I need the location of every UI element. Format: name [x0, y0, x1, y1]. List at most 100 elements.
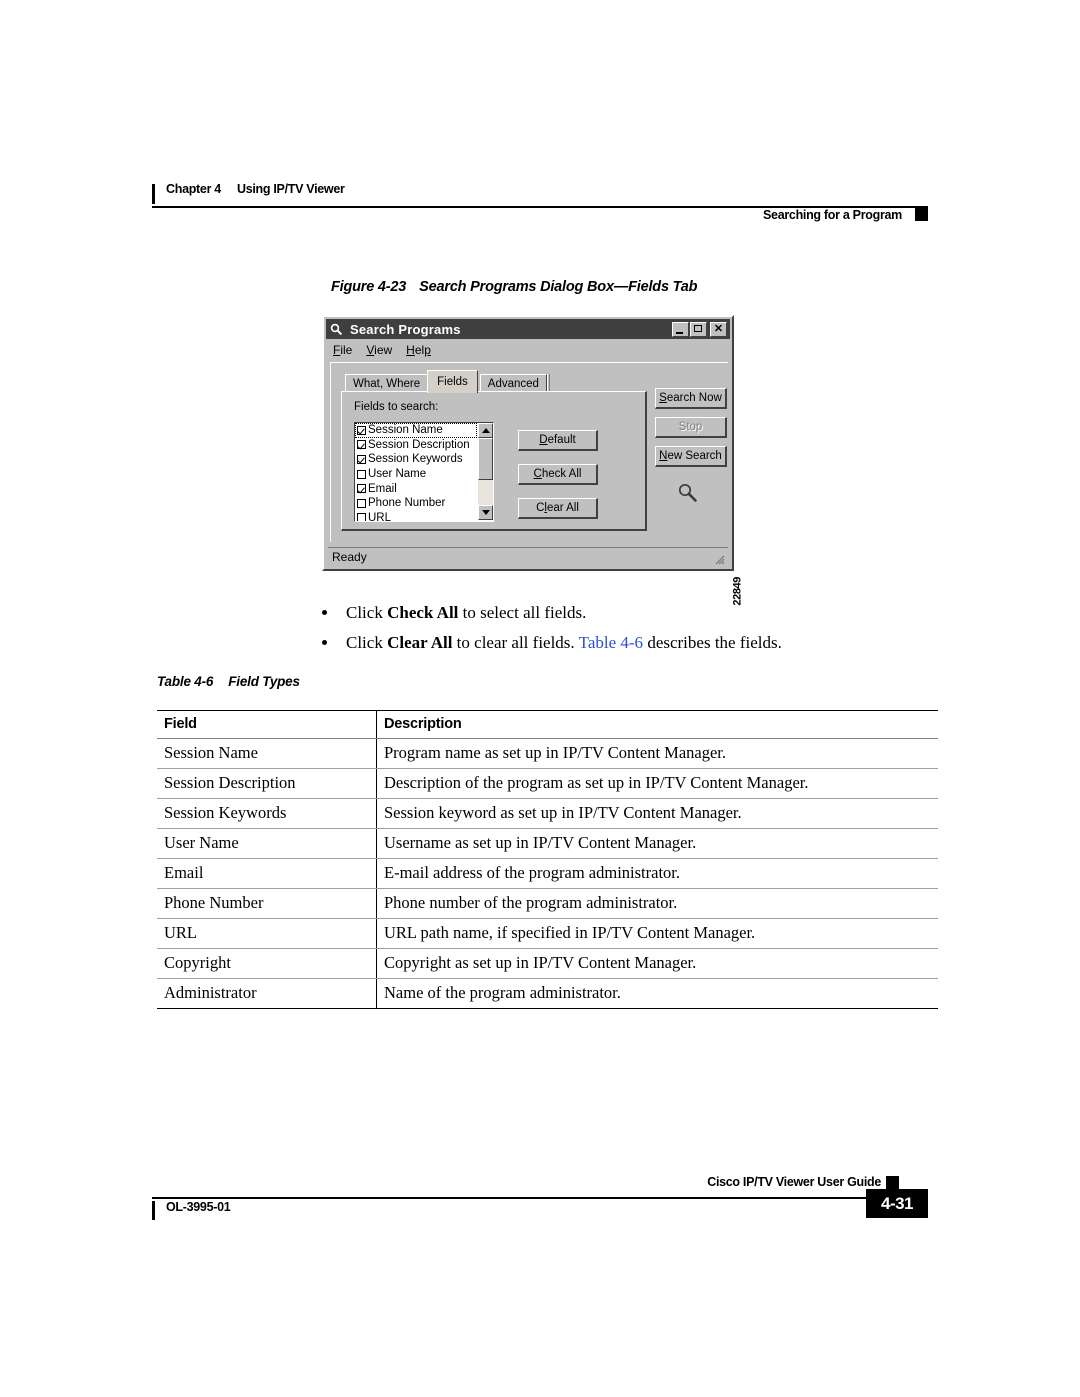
- cell-field: Phone Number: [157, 888, 377, 919]
- list-item[interactable]: User Name: [355, 467, 477, 482]
- table-row: Session Name Program name as set up in I…: [157, 738, 938, 769]
- checkbox-icon[interactable]: [357, 513, 366, 521]
- list-item[interactable]: Phone Number: [355, 496, 477, 511]
- list-item-label: Phone Number: [368, 497, 446, 510]
- footer-document-id: OL-3995-01: [166, 1200, 231, 1214]
- column-header-field: Field: [157, 710, 377, 739]
- chevron-up-icon: [481, 428, 490, 433]
- scroll-up-button[interactable]: [478, 423, 493, 438]
- scrollbar-track[interactable]: [478, 438, 493, 505]
- checkbox-icon[interactable]: [357, 440, 366, 450]
- list-item[interactable]: Session Keywords: [355, 452, 477, 467]
- search-programs-window: Search Programs ✕ File View Help What, W…: [322, 315, 734, 571]
- status-text: Ready: [332, 550, 367, 564]
- field-types-table: Field Description Session Name Program n…: [157, 710, 938, 1009]
- header-left-marker: [152, 184, 155, 204]
- side-button-group: Search Now Stop New Search: [655, 388, 727, 528]
- table-body: Session Name Program name as set up in I…: [157, 738, 938, 1009]
- fields-listbox-scrollbar[interactable]: [478, 423, 493, 520]
- menu-item-view[interactable]: View: [360, 342, 400, 358]
- tab-page-fields: Fields to search: Session Name Session D…: [341, 391, 647, 531]
- table-number: Table 4-6: [157, 674, 214, 689]
- new-search-button[interactable]: New Search: [655, 446, 727, 467]
- cell-field: Session Keywords: [157, 798, 377, 829]
- bullet-post: to clear all fields.: [452, 633, 579, 652]
- maximize-button[interactable]: [690, 321, 707, 337]
- scrollbar-thumb[interactable]: [478, 438, 493, 480]
- cell-description: Name of the program administrator.: [376, 978, 938, 1009]
- bullet-pre: Click: [346, 633, 388, 652]
- cell-description: E-mail address of the program administra…: [376, 858, 938, 889]
- cell-field: Administrator: [157, 978, 377, 1009]
- list-item[interactable]: Session Name: [355, 423, 477, 438]
- clear-all-button[interactable]: Clear All: [518, 498, 598, 519]
- figure-image-search-programs-dialog: Search Programs ✕ File View Help What, W…: [322, 315, 744, 606]
- fields-listbox[interactable]: Session Name Session Description Session…: [354, 422, 494, 522]
- list-item-label: Session Name: [368, 424, 443, 437]
- footer-square-marker: [886, 1176, 899, 1189]
- footer-rule: [152, 1197, 928, 1199]
- cell-description: Description of the program as set up in …: [376, 768, 938, 799]
- cell-field: Copyright: [157, 948, 377, 979]
- checkbox-icon[interactable]: [357, 498, 366, 508]
- figure-caption: Figure 4-23 Search Programs Dialog Box—Fi…: [331, 279, 697, 295]
- footer-left-marker: [152, 1201, 155, 1220]
- window-magnifier-icon: [329, 322, 344, 337]
- resize-grip-icon[interactable]: [713, 552, 725, 565]
- bullet-item-text: Click Clear All to clear all fields. Tab…: [346, 633, 782, 652]
- table-row: Phone Number Phone number of the program…: [157, 888, 938, 919]
- bullet-list: Click Check All to select all fields. Cl…: [322, 598, 922, 658]
- cell-field: Session Name: [157, 738, 377, 769]
- minimize-icon: [676, 331, 683, 334]
- checkbox-icon[interactable]: [357, 469, 366, 479]
- minimize-button[interactable]: [672, 321, 689, 337]
- close-button[interactable]: ✕: [710, 321, 727, 337]
- table-row: URL URL path name, if specified in IP/TV…: [157, 918, 938, 949]
- bullet-bold: Clear All: [387, 633, 453, 652]
- page-footer: Cisco IP/TV Viewer User Guide OL-3995-01…: [152, 1175, 928, 1223]
- list-item-label: Email: [368, 482, 397, 495]
- window-control-buttons: ✕: [672, 321, 727, 337]
- header-chapter: Chapter 4 Using IP/TV Viewer: [166, 182, 345, 196]
- figure-number: Figure 4-23: [331, 279, 407, 295]
- cell-field: Session Description: [157, 768, 377, 799]
- header-section: Searching for a Program: [763, 208, 902, 222]
- window-title: Search Programs: [350, 321, 461, 337]
- menu-item-help[interactable]: Help: [400, 342, 439, 358]
- header-square-marker: [915, 208, 928, 221]
- fields-listbox-items: Session Name Session Description Session…: [355, 423, 477, 522]
- list-item-label: URL: [368, 511, 392, 522]
- checkbox-icon[interactable]: [357, 425, 366, 435]
- window-client-area: What, Where Fields Advanced Fields to se…: [330, 362, 728, 542]
- fields-to-search-label: Fields to search:: [354, 401, 439, 413]
- search-now-button[interactable]: Search Now: [655, 388, 727, 409]
- table-title: Field Types: [228, 674, 300, 689]
- cell-description: Username as set up in IP/TV Content Mana…: [376, 828, 938, 859]
- tab-strip: What, Where Fields Advanced: [345, 370, 550, 393]
- checkbox-icon[interactable]: [357, 484, 366, 494]
- table-row: Copyright Copyright as set up in IP/TV C…: [157, 948, 938, 979]
- tab-fields[interactable]: Fields: [427, 370, 478, 393]
- header-chapter-title: Using IP/TV Viewer: [236, 182, 345, 196]
- chevron-down-icon: [481, 510, 490, 515]
- figure-title: Search Programs Dialog Box—Fields Tab: [419, 279, 698, 295]
- list-item-label: Session Description: [368, 438, 470, 451]
- scroll-down-button[interactable]: [478, 505, 493, 520]
- menu-item-file[interactable]: File: [327, 342, 360, 358]
- page-header: Chapter 4 Using IP/TV Viewer Searching fo…: [152, 182, 928, 226]
- checkbox-icon[interactable]: [357, 454, 366, 464]
- search-magnifier-icon: [675, 480, 701, 506]
- default-button[interactable]: Default: [518, 430, 598, 451]
- cell-description: Copyright as set up in IP/TV Content Man…: [376, 948, 938, 979]
- table-cross-reference-link[interactable]: Table 4-6: [579, 633, 643, 652]
- bullet-post: to select all fields.: [458, 603, 587, 622]
- table-caption: Table 4-6 Field Types: [157, 674, 300, 689]
- close-icon: ✕: [713, 322, 724, 335]
- list-item[interactable]: URL: [355, 511, 477, 522]
- table-row: Administrator Name of the program admini…: [157, 978, 938, 1009]
- cell-field: URL: [157, 918, 377, 949]
- bullet-item: Click Check All to select all fields.: [322, 598, 922, 628]
- list-item[interactable]: Email: [355, 481, 477, 496]
- check-all-button[interactable]: Check All: [518, 464, 598, 485]
- list-item[interactable]: Session Description: [355, 438, 477, 453]
